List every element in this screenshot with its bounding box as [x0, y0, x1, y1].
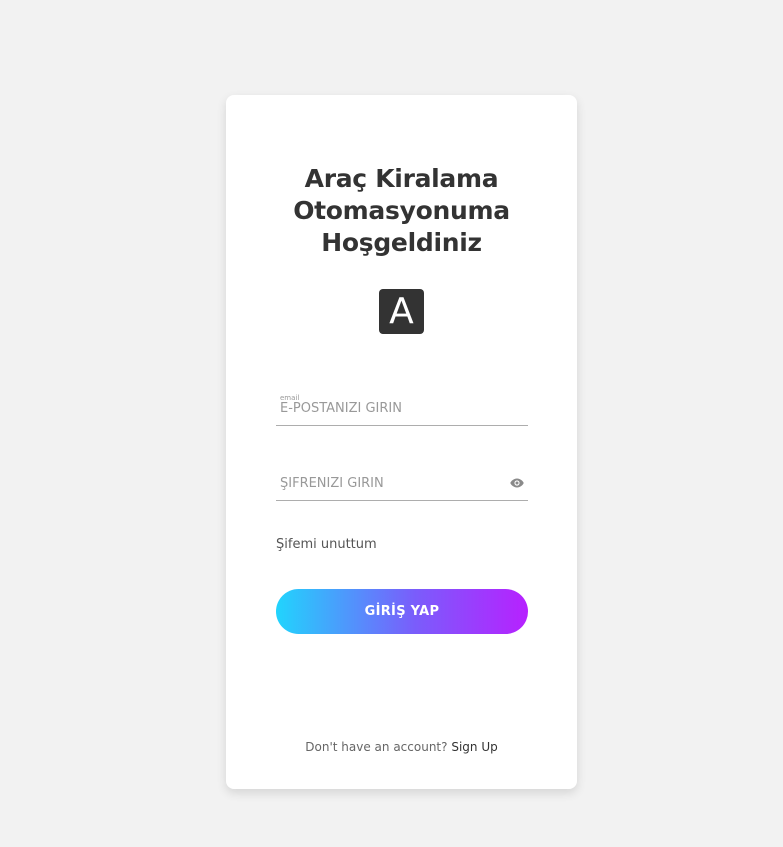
welcome-title-line-2: Otomasyonuma — [293, 196, 510, 225]
welcome-title-line-1: Araç Kiralama — [304, 164, 499, 193]
forgot-password-link[interactable]: Şifemi unuttum — [276, 537, 377, 552]
eye-icon[interactable] — [510, 478, 524, 488]
app-logo: A — [379, 289, 424, 334]
signup-link[interactable]: Sign Up — [451, 740, 497, 754]
login-card: Araç Kiralama Otomasyonuma Hoşgeldiniz A… — [226, 95, 577, 789]
signup-prompt: Don't have an account? — [305, 740, 448, 754]
signup-row: Don't have an account? Sign Up — [226, 740, 577, 754]
welcome-title-line-3: Hoşgeldiniz — [321, 228, 482, 257]
password-field-wrapper — [276, 466, 528, 501]
welcome-title: Araç Kiralama Otomasyonuma Hoşgeldiniz — [226, 163, 577, 259]
email-input[interactable] — [276, 391, 500, 425]
email-field-wrapper: email — [276, 391, 528, 426]
login-button[interactable]: GİRİŞ YAP — [276, 589, 528, 634]
password-input[interactable] — [276, 466, 500, 500]
